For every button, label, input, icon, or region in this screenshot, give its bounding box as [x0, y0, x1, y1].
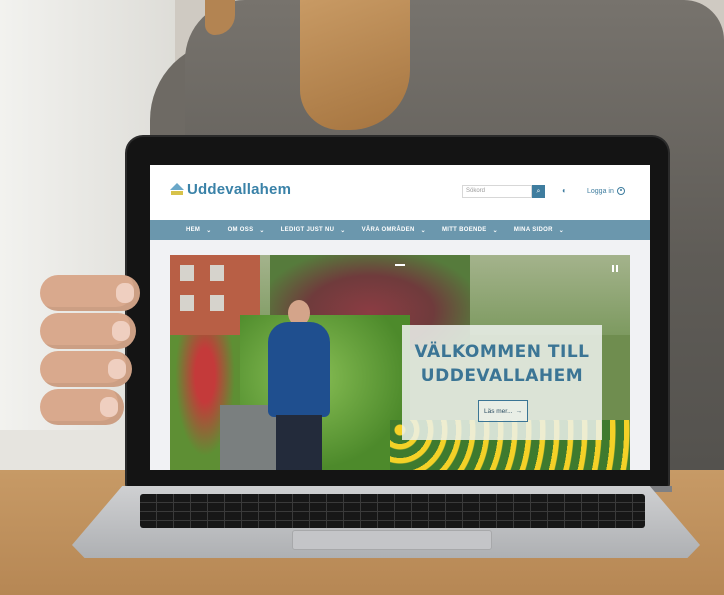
nav-item-label: MINA SIDOR: [513, 227, 553, 233]
nav-item-label: VÅRA OMRÅDEN: [361, 227, 415, 233]
pause-icon[interactable]: [612, 265, 618, 272]
building-window: [210, 265, 224, 281]
login-label: Logga in: [587, 187, 614, 195]
finger: [40, 275, 140, 311]
finger: [40, 313, 136, 349]
chevron-down-icon: ⌄: [420, 227, 426, 234]
search-input[interactable]: Sökord: [462, 185, 532, 198]
nav-item-label: LEDIGT JUST NU: [280, 227, 335, 233]
chevron-down-icon: ⌄: [340, 227, 346, 234]
search-button[interactable]: ⌕: [532, 185, 545, 198]
building-window: [180, 295, 194, 311]
hero-worker: [258, 300, 338, 470]
site-logo[interactable]: Uddevallahem: [170, 181, 291, 198]
nav-item-mitt-boende[interactable]: MITT BOENDE ⌄: [442, 227, 498, 234]
person-hand: [40, 275, 150, 445]
hero-banner: VÄLKOMMEN TILL UDDEVALLAHEM Läs mer... →: [170, 255, 630, 470]
fingernail: [112, 321, 130, 341]
hero-title-line: UDDEVALLAHEM: [420, 366, 584, 386]
nav-item-label: HEM: [186, 227, 201, 233]
logo-roof: [170, 182, 184, 190]
hero-title: VÄLKOMMEN TILL UDDEVALLAHEM: [402, 340, 602, 388]
nav-item-hem[interactable]: HEM ⌄: [186, 227, 212, 234]
worker-jacket: [268, 322, 330, 417]
nav-item-mina-sidor[interactable]: MINA SIDOR ⌄: [514, 227, 564, 234]
nav-item-label: MITT BOENDE: [441, 227, 487, 233]
main-nav: HEM ⌄ OM OSS ⌄ LEDIGT JUST NU ⌄ VÅRA OMR…: [150, 220, 650, 240]
nav-item-label: OM OSS: [227, 227, 254, 233]
search-icon: ⌕: [536, 188, 541, 195]
person-hair: [300, 0, 410, 130]
dark-mode-icon[interactable]: ◐: [562, 187, 570, 195]
logo-bar: [171, 190, 183, 195]
fingernail: [108, 359, 126, 379]
chevron-down-icon: ⌄: [259, 227, 265, 234]
nav-item-vara-omraden[interactable]: VÅRA OMRÅDEN ⌄: [362, 227, 426, 234]
slider-indicator[interactable]: [395, 264, 405, 266]
building-window: [180, 265, 194, 281]
nav-item-om-oss[interactable]: OM OSS ⌄: [228, 227, 265, 234]
photo-scene: Uddevallahem Sökord ⌕ ◐ Logga in HEM ⌄ O…: [0, 0, 724, 595]
hero-card: VÄLKOMMEN TILL UDDEVALLAHEM Läs mer... →: [402, 325, 602, 440]
site-header: Uddevallahem Sökord ⌕ ◐ Logga in: [150, 165, 650, 220]
read-more-button[interactable]: Läs mer... →: [478, 400, 528, 422]
nav-item-ledigt-just-nu[interactable]: LEDIGT JUST NU ⌄: [281, 227, 346, 234]
fingernail: [116, 283, 134, 303]
chevron-down-icon: ⌄: [558, 227, 565, 234]
finger: [40, 351, 132, 387]
read-more-label: Läs mer...: [483, 407, 513, 415]
logo-text: Uddevallahem: [187, 181, 292, 198]
worker-legs: [276, 415, 322, 470]
laptop-keyboard: [140, 494, 645, 528]
arrow-right-icon: →: [515, 407, 523, 415]
finger: [40, 389, 124, 425]
laptop-trackpad: [292, 530, 492, 550]
login-link[interactable]: Logga in: [587, 187, 625, 195]
laptop-screen: Uddevallahem Sökord ⌕ ◐ Logga in HEM ⌄ O…: [150, 165, 650, 470]
hero-title-line: VÄLKOMMEN TILL: [414, 342, 590, 362]
logo-mark-icon: [170, 182, 184, 197]
user-icon: [616, 187, 625, 195]
chevron-down-icon: ⌄: [492, 227, 498, 234]
building-window: [210, 295, 224, 311]
fingernail: [100, 397, 118, 417]
chevron-down-icon: ⌄: [206, 227, 212, 234]
